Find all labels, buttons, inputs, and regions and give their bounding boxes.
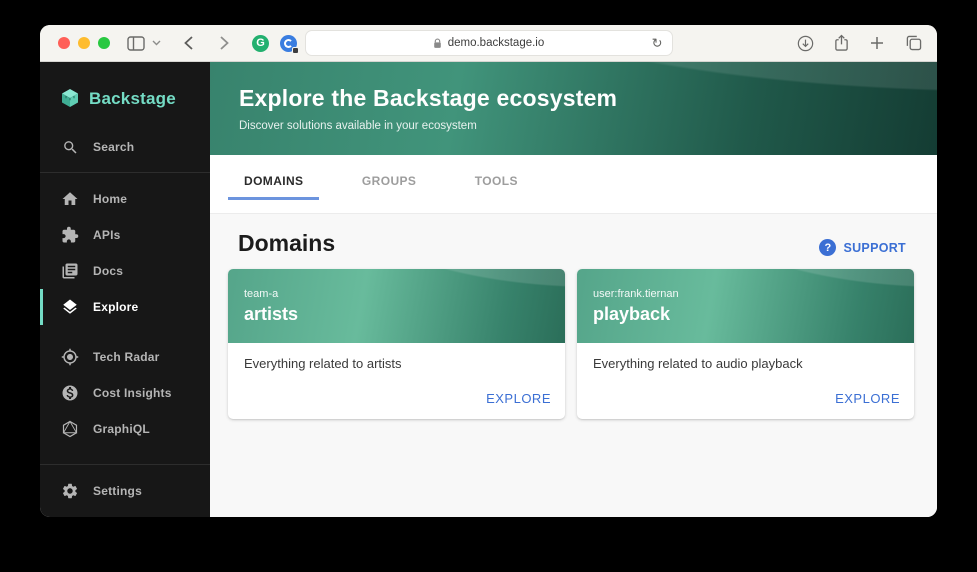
backstage-logo-text: Backstage <box>89 89 176 109</box>
sidebar-item-label: Home <box>93 192 127 206</box>
domain-card-artists: team-a artists Everything related to art… <box>228 269 565 419</box>
card-title: artists <box>244 304 549 325</box>
sidebar-item-cost-insights[interactable]: Cost Insights <box>40 375 210 411</box>
sidebar-item-label: Cost Insights <box>93 386 172 400</box>
card-header: user:frank.tiernan playback <box>577 269 914 343</box>
sidebar-item-label: APIs <box>93 228 120 242</box>
sidebar-divider <box>40 172 210 173</box>
grammarly-extension-icon[interactable]: G <box>252 35 269 52</box>
support-button[interactable]: ? SUPPORT <box>811 233 914 262</box>
tab-bar: DOMAINS GROUPS TOOLS <box>210 155 937 213</box>
sidebar-item-graphiql[interactable]: GraphiQL <box>40 411 210 447</box>
url-text: demo.backstage.io <box>448 37 545 49</box>
url-bar[interactable]: demo.backstage.io ↻ <box>305 30 673 56</box>
sidebar-item-docs[interactable]: Docs <box>40 253 210 289</box>
forward-button[interactable] <box>212 31 236 55</box>
tab-groups[interactable]: GROUPS <box>346 168 432 200</box>
tab-tools[interactable]: TOOLS <box>459 168 534 200</box>
card-owner: user:frank.tiernan <box>593 288 898 300</box>
sidebar-divider <box>40 464 210 465</box>
graphql-icon <box>61 420 79 438</box>
page-title: Explore the Backstage ecosystem <box>239 85 937 112</box>
sidebar-item-explore[interactable]: Explore <box>40 289 210 325</box>
card-header: team-a artists <box>228 269 565 343</box>
card-description: Everything related to audio playback <box>577 343 914 390</box>
explore-link[interactable]: EXPLORE <box>486 391 551 406</box>
chevron-down-icon[interactable] <box>144 31 168 55</box>
sidebar-item-label: Docs <box>93 264 123 278</box>
sidebar-item-label: Search <box>93 140 134 154</box>
layers-icon <box>61 298 79 316</box>
home-icon <box>61 190 79 208</box>
support-button-label: SUPPORT <box>843 241 906 255</box>
sidebar-item-label: Settings <box>93 484 142 498</box>
tab-domains[interactable]: DOMAINS <box>228 168 319 200</box>
sidebar-item-home[interactable]: Home <box>40 181 210 217</box>
card-title: playback <box>593 304 898 325</box>
sidebar-item-settings[interactable]: Settings <box>40 473 210 509</box>
traffic-lights <box>58 37 110 49</box>
domains-panel: Domains ? SUPPORT team-a artists Everyth… <box>210 213 937 517</box>
explore-link[interactable]: EXPLORE <box>835 391 900 406</box>
backstage-logo-icon <box>60 88 80 110</box>
reload-icon[interactable]: ↻ <box>652 37 663 50</box>
sidebar-item-label: Explore <box>93 300 138 314</box>
help-icon: ? <box>819 239 836 256</box>
domain-card-playback: user:frank.tiernan playback Everything r… <box>577 269 914 419</box>
section-title: Domains <box>238 230 335 257</box>
sidebar-item-tech-radar[interactable]: Tech Radar <box>40 339 210 375</box>
zoom-window-button[interactable] <box>98 37 110 49</box>
browser-window: G demo.backstage.io ↻ <box>40 25 937 517</box>
back-button[interactable] <box>176 31 200 55</box>
password-extension-icon[interactable] <box>280 35 297 52</box>
sidebar-item-label: Tech Radar <box>93 350 159 364</box>
sidebar-item-label: GraphiQL <box>93 422 150 436</box>
radar-icon <box>61 348 79 366</box>
downloads-icon[interactable] <box>793 31 817 55</box>
backstage-logo[interactable]: Backstage <box>40 62 210 114</box>
browser-toolbar: G demo.backstage.io ↻ <box>40 25 937 62</box>
puzzle-icon <box>61 226 79 244</box>
padlock-icon <box>433 38 442 49</box>
minimize-window-button[interactable] <box>78 37 90 49</box>
dollar-icon <box>61 384 79 402</box>
sidebar-item-apis[interactable]: APIs <box>40 217 210 253</box>
card-owner: team-a <box>244 288 549 300</box>
domain-card-grid: team-a artists Everything related to art… <box>228 269 914 419</box>
page-subtitle: Discover solutions available in your eco… <box>239 120 937 132</box>
new-tab-icon[interactable] <box>865 31 889 55</box>
page-header: Explore the Backstage ecosystem Discover… <box>210 62 937 155</box>
docs-icon <box>61 262 79 280</box>
search-icon <box>61 138 79 156</box>
sidebar-item-search[interactable]: Search <box>40 130 210 164</box>
close-window-button[interactable] <box>58 37 70 49</box>
sidebar: Backstage Search Home <box>40 62 210 517</box>
share-icon[interactable] <box>829 31 853 55</box>
tab-overview-icon[interactable] <box>901 31 925 55</box>
gear-icon <box>61 482 79 500</box>
card-description: Everything related to artists <box>228 343 565 390</box>
